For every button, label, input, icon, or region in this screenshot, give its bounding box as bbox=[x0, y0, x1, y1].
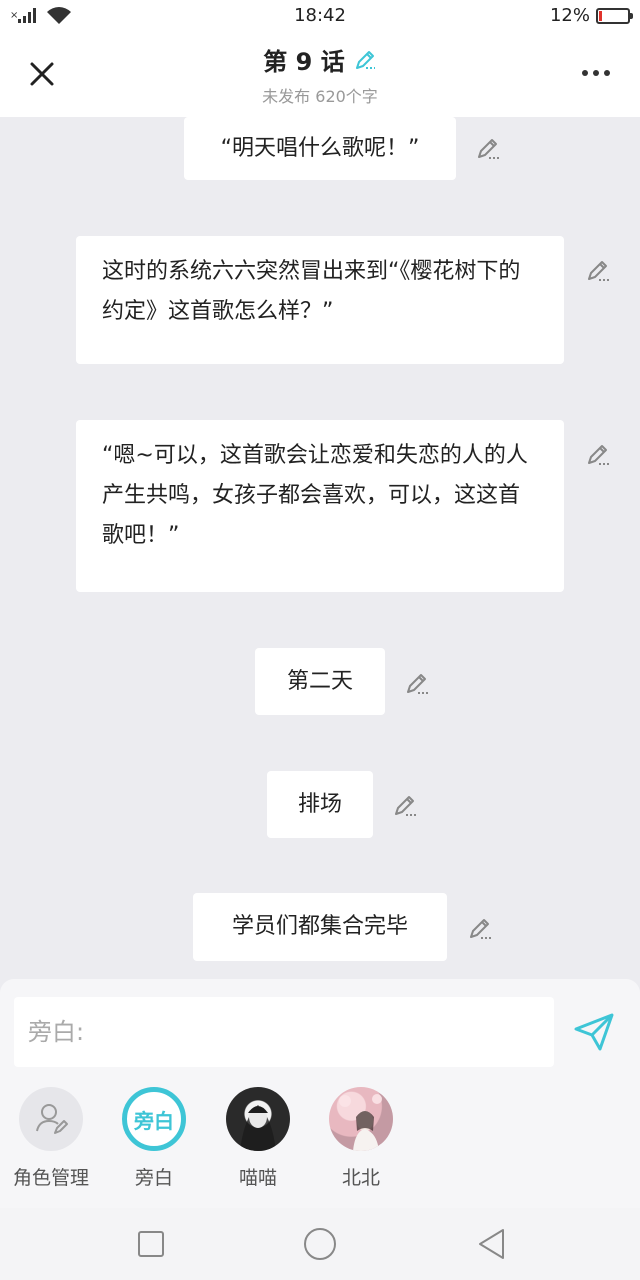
edit-message-icon[interactable] bbox=[584, 256, 612, 284]
message-text: 排场 bbox=[297, 791, 342, 817]
message-bubble[interactable]: “嗯~可以，这首歌会让恋爱和失恋的人的人产生共鸣，女孩子都会喜欢，可以，这这首歌… bbox=[76, 420, 564, 592]
input-placeholder: 旁白: bbox=[28, 1018, 85, 1046]
role-selector: 角色管理 旁白 旁白 喵喵 北北 bbox=[0, 1087, 640, 1197]
role-avatar-text: 旁白 bbox=[134, 1108, 174, 1133]
back-triangle-icon[interactable] bbox=[474, 1226, 510, 1262]
message-bubble[interactable]: 学员们都集合完毕 bbox=[193, 893, 447, 961]
message-text: “嗯~可以，这首歌会让恋爱和失恋的人的人产生共鸣，女孩子都会喜欢，可以，这这首歌… bbox=[102, 443, 528, 548]
role-beibei-avatar bbox=[329, 1087, 393, 1151]
more-dot-icon bbox=[604, 70, 610, 76]
edit-message-icon[interactable] bbox=[466, 914, 494, 942]
page-subtitle: 未发布 620个字 bbox=[262, 87, 378, 106]
message-bubble[interactable]: 第二天 bbox=[255, 648, 385, 715]
edit-title-icon[interactable] bbox=[353, 48, 377, 72]
role-label: 旁白 bbox=[134, 1167, 173, 1189]
status-bar: × 18:42 12% bbox=[0, 0, 640, 32]
edit-message-icon[interactable] bbox=[403, 669, 431, 697]
system-nav-bar bbox=[0, 1208, 640, 1280]
role-label: 北北 bbox=[341, 1167, 380, 1189]
message-text: 第二天 bbox=[286, 668, 353, 694]
status-time: 18:42 bbox=[294, 5, 346, 26]
page-title: 第 9 话 bbox=[263, 48, 345, 76]
avatar-photo-icon bbox=[339, 1094, 382, 1151]
message-input[interactable]: 旁白: bbox=[14, 997, 554, 1067]
battery-icon bbox=[596, 7, 633, 24]
edit-message-icon[interactable] bbox=[474, 134, 502, 162]
role-miaomiao-avatar bbox=[226, 1087, 290, 1151]
title-block: 第 9 话 未发布 620个字 bbox=[0, 42, 640, 107]
message-text: 学员们都集合完毕 bbox=[231, 914, 408, 939]
recents-square-icon[interactable] bbox=[133, 1226, 169, 1262]
send-icon[interactable] bbox=[570, 1007, 618, 1055]
more-dot-icon bbox=[593, 70, 599, 76]
message-bubble[interactable]: 这时的系统六六突然冒出来到“《樱花树下的约定》这首歌怎么样？” bbox=[76, 236, 564, 364]
role-label: 角色管理 bbox=[12, 1167, 89, 1189]
message-text: 这时的系统六六突然冒出来到“《樱花树下的约定》这首歌怎么样？” bbox=[102, 259, 521, 324]
edit-message-icon[interactable] bbox=[391, 791, 419, 819]
title-row: 第 9 话 bbox=[263, 42, 376, 77]
role-narrator-avatar: 旁白 bbox=[122, 1087, 186, 1151]
message-bubble[interactable]: 排场 bbox=[267, 771, 373, 838]
message-bubble[interactable]: “明天唱什么歌呢！” bbox=[184, 117, 456, 180]
role-narrator-button[interactable]: 旁白 旁白 bbox=[104, 1087, 204, 1190]
role-label: 喵喵 bbox=[238, 1167, 277, 1189]
role-manage-avatar bbox=[19, 1087, 83, 1151]
message-text: “明天唱什么歌呢！” bbox=[220, 135, 420, 161]
user-edit-icon bbox=[36, 1104, 68, 1134]
role-manage-button[interactable]: 角色管理 bbox=[1, 1087, 101, 1190]
header: 第 9 话 未发布 620个字 bbox=[0, 32, 640, 117]
avatar-photo-icon bbox=[240, 1105, 276, 1151]
edit-message-icon[interactable] bbox=[584, 440, 612, 468]
more-options-button[interactable] bbox=[576, 58, 616, 88]
home-circle-icon[interactable] bbox=[302, 1226, 338, 1262]
message-list[interactable]: “明天唱什么歌呢！” 这时的系统六六突然冒出来到“《樱花树下的约定》这首歌怎么样… bbox=[0, 117, 640, 979]
battery-level bbox=[599, 10, 602, 21]
status-right: 12% bbox=[549, 5, 633, 26]
more-dot-icon bbox=[582, 70, 588, 76]
role-beibei-button[interactable]: 北北 bbox=[311, 1087, 411, 1190]
role-miaomiao-button[interactable]: 喵喵 bbox=[208, 1087, 308, 1190]
battery-percent: 12% bbox=[549, 5, 590, 26]
